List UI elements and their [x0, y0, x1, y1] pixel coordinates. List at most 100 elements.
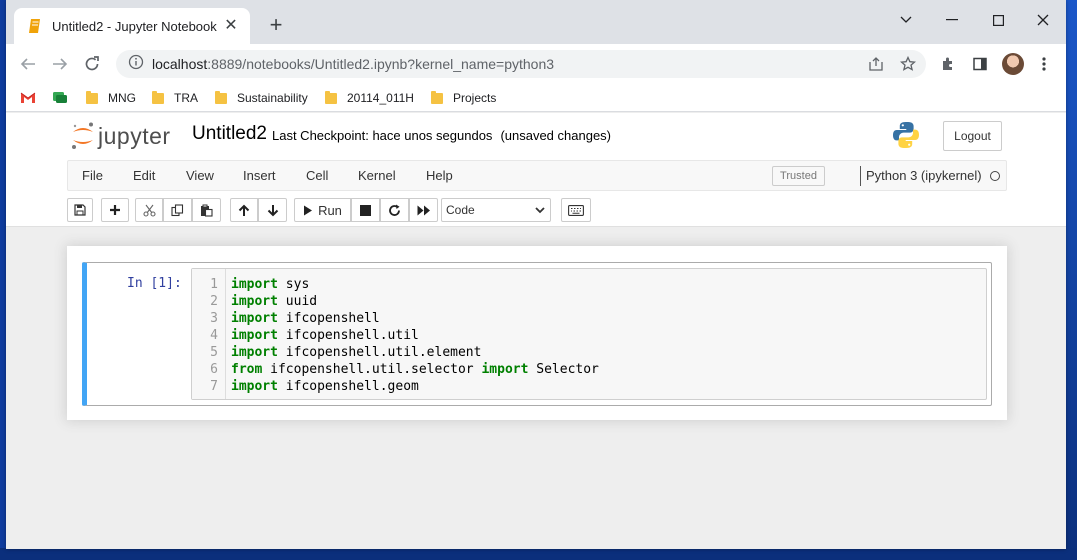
menu-kernel[interactable]: Kernel: [358, 168, 396, 183]
kernel-name[interactable]: Python 3 (ipykernel): [866, 168, 982, 183]
cell-prompt: In [1]:: [127, 276, 182, 291]
code-keyword: import: [481, 362, 529, 377]
url-text: localhost:8889/notebooks/Untitled2.ipynb…: [152, 56, 555, 72]
code-line[interactable]: import ifcopenshell.geom: [231, 378, 419, 395]
bookmarks-bar: MNG TRA Sustainability 20114_011H Projec…: [6, 84, 1066, 112]
chat-icon[interactable]: [52, 89, 68, 107]
arrow-up-icon: [238, 204, 250, 216]
side-panel-icon[interactable]: [970, 54, 990, 74]
python-logo-icon: [892, 121, 920, 149]
gmail-icon[interactable]: [20, 89, 36, 107]
code-line[interactable]: import ifcopenshell.util.element: [231, 344, 481, 361]
insert-cell-button[interactable]: [101, 198, 129, 222]
tab-close-icon[interactable]: ✕: [222, 17, 240, 35]
extensions-icon[interactable]: [938, 54, 958, 74]
copy-button[interactable]: [163, 198, 192, 222]
share-icon[interactable]: [866, 54, 886, 74]
move-up-button[interactable]: [230, 198, 258, 222]
paste-icon: [201, 204, 213, 217]
code-keyword: from: [231, 362, 263, 377]
folder-icon: [215, 90, 227, 104]
tab-title: Untitled2 - Jupyter Notebook: [52, 18, 217, 34]
logout-button[interactable]: Logout: [943, 121, 1002, 151]
star-icon[interactable]: [898, 54, 918, 74]
trusted-indicator[interactable]: Trusted: [772, 166, 825, 186]
desktop-background-bottom: [0, 548, 1077, 560]
code-cell[interactable]: In [1]: 1 import sys 2 import uuid 3 import i…: [82, 262, 992, 406]
menu-edit[interactable]: Edit: [133, 168, 155, 183]
folder-icon: [152, 90, 164, 104]
code-keyword: import: [231, 277, 278, 292]
scissors-icon: [142, 204, 156, 217]
restart-run-all-button[interactable]: [409, 198, 438, 222]
copy-icon: [171, 203, 184, 216]
menu-help[interactable]: Help: [426, 168, 453, 183]
code-keyword: import: [231, 294, 278, 309]
browser-tab[interactable]: Untitled2 - Jupyter Notebook ✕: [14, 8, 250, 44]
notebook-menubar: File Edit View Insert Cell Kernel Help T…: [67, 160, 1007, 191]
jupyter-logo[interactable]: jupyter: [70, 121, 171, 151]
restart-kernel-button[interactable]: [380, 198, 409, 222]
maximize-icon[interactable]: [975, 2, 1021, 38]
code-line[interactable]: import ifcopenshell: [231, 310, 380, 327]
desktop-background-right: [1065, 0, 1077, 560]
bookmark-tra[interactable]: TRA: [152, 89, 198, 107]
chevron-down-icon: [535, 199, 545, 230]
menu-insert[interactable]: Insert: [243, 168, 276, 183]
folder-icon: [325, 90, 337, 104]
code-line[interactable]: from ifcopenshell.util.selector import S…: [231, 361, 599, 378]
new-tab-icon[interactable]: +: [264, 14, 288, 38]
reload-icon[interactable]: [80, 52, 104, 76]
code-keyword: import: [231, 379, 278, 394]
code-line[interactable]: import uuid: [231, 293, 317, 310]
cut-button[interactable]: [135, 198, 163, 222]
checkpoint-status: Last Checkpoint: hace unos segundos (unsa…: [272, 128, 612, 143]
command-palette-button[interactable]: [561, 198, 591, 222]
code-text: Selector: [528, 362, 599, 377]
close-window-icon[interactable]: [1020, 2, 1066, 38]
line-number: 1: [210, 277, 218, 292]
code-editor[interactable]: 1 import sys 2 import uuid 3 import ifcopensh…: [191, 268, 987, 400]
move-down-button[interactable]: [258, 198, 287, 222]
line-number: 6: [210, 362, 218, 377]
interrupt-kernel-button[interactable]: [351, 198, 380, 222]
save-button[interactable]: [67, 198, 93, 222]
code-keyword: import: [231, 345, 278, 360]
code-text: ifcopenshell.util: [277, 328, 419, 343]
notebook-name[interactable]: Untitled2: [192, 123, 267, 145]
address-bar[interactable]: localhost:8889/notebooks/Untitled2.ipynb…: [116, 50, 926, 78]
back-arrow-icon[interactable]: [16, 52, 40, 76]
chevron-down-icon[interactable]: [883, 2, 929, 38]
notebook-area: In [1]: 1 import sys 2 import uuid 3 import i…: [6, 228, 1066, 549]
bookmark-mng[interactable]: MNG: [86, 89, 136, 107]
folder-icon: [86, 90, 98, 104]
minimize-icon[interactable]: [929, 2, 975, 38]
code-text: uuid: [277, 294, 318, 309]
bookmark-20114-011h[interactable]: 20114_011H: [325, 89, 414, 107]
code-keyword: import: [231, 311, 278, 326]
notebook-favicon-icon: [28, 18, 42, 34]
code-text: sys: [277, 277, 310, 292]
jupyter-header: jupyter Untitled2 Last Checkpoint: hace …: [6, 113, 1066, 227]
line-number: 2: [210, 294, 218, 309]
bookmark-sustainability[interactable]: Sustainability: [215, 89, 308, 107]
browser-toolbar: localhost:8889/notebooks/Untitled2.ipynb…: [6, 44, 1066, 84]
bookmark-projects[interactable]: Projects: [431, 89, 496, 107]
kernel-idle-indicator: [990, 171, 1000, 181]
code-line[interactable]: import sys: [231, 276, 309, 293]
menu-cell[interactable]: Cell: [306, 168, 328, 183]
line-number: 4: [210, 328, 218, 343]
more-menu-icon[interactable]: [1034, 54, 1054, 74]
line-number: 7: [210, 379, 218, 394]
cell-type-select[interactable]: Code: [441, 198, 551, 222]
info-icon[interactable]: [128, 54, 144, 75]
code-line[interactable]: import ifcopenshell.util: [231, 327, 419, 344]
run-button[interactable]: Run: [294, 198, 351, 222]
menu-view[interactable]: View: [186, 168, 214, 183]
menu-file[interactable]: File: [82, 168, 103, 183]
code-text: ifcopenshell.geom: [277, 379, 419, 394]
code-text: ifcopenshell.util.selector: [262, 362, 482, 377]
paste-button[interactable]: [192, 198, 221, 222]
forward-arrow-icon[interactable]: [48, 52, 72, 76]
profile-avatar[interactable]: [1002, 53, 1024, 75]
